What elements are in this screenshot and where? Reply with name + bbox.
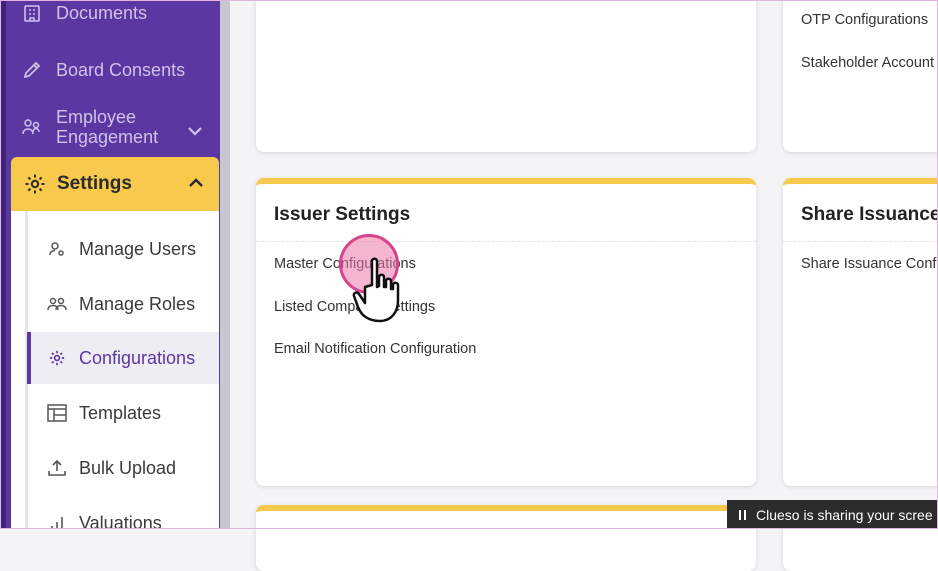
gear-icon xyxy=(47,348,67,368)
settings-submenu: Manage Users Manage Roles Configurations… xyxy=(11,211,219,529)
sidebar-item-label: Board Consents xyxy=(56,59,186,80)
sidebar-item-label: Documents xyxy=(56,2,148,23)
sidebar-item-label: Employee Engagement xyxy=(56,107,159,147)
submenu-item-templates[interactable]: Templates xyxy=(27,387,219,439)
link-stakeholder-account[interactable]: Stakeholder Account xyxy=(801,55,934,71)
submenu-item-label: Templates xyxy=(79,402,162,423)
card-title: Issuer Settings xyxy=(274,204,411,225)
sidebar-divider xyxy=(220,0,230,529)
chart-icon xyxy=(47,513,67,529)
people-network-icon xyxy=(20,115,44,139)
submenu-item-manage-users[interactable]: Manage Users xyxy=(27,223,219,275)
hand-cursor-icon xyxy=(352,257,400,323)
sidebar-item-board-consents[interactable]: Board Consents xyxy=(20,58,185,82)
user-cog-icon xyxy=(47,239,67,259)
submenu-item-label: Manage Users xyxy=(79,238,197,259)
chevron-up-icon[interactable] xyxy=(187,173,205,195)
submenu-item-configurations[interactable]: Configurations xyxy=(27,332,219,384)
card-bottom-left xyxy=(256,505,756,571)
template-icon xyxy=(47,403,67,423)
main-content: OTP Configurations Stakeholder Account I… xyxy=(230,0,938,571)
card-share-issuance: Share Issuance S Share Issuance Config xyxy=(783,178,938,486)
link-share-issuance-config[interactable]: Share Issuance Config xyxy=(801,256,938,272)
submenu-item-label: Valuations xyxy=(79,512,162,530)
card-divider xyxy=(256,241,756,242)
screen-share-banner: Clueso is sharing your scree xyxy=(727,500,938,529)
link-email-notification-configuration[interactable]: Email Notification Configuration xyxy=(274,341,476,357)
card-divider xyxy=(783,241,938,242)
chevron-down-icon[interactable] xyxy=(186,121,204,142)
link-otp-configurations[interactable]: OTP Configurations xyxy=(801,12,928,28)
submenu-item-label: Bulk Upload xyxy=(79,457,177,478)
sidebar: Documents Board Consents Employee Engage… xyxy=(0,0,230,529)
group-icon xyxy=(47,294,67,314)
card-top-left xyxy=(256,0,756,152)
sidebar-item-settings[interactable]: Settings xyxy=(11,157,219,211)
submenu-item-valuations[interactable]: Valuations xyxy=(27,497,219,529)
share-banner-text: Clueso is sharing your scree xyxy=(756,506,933,523)
sidebar-item-documents[interactable]: Documents xyxy=(20,1,147,25)
submenu-item-bulk-upload[interactable]: Bulk Upload xyxy=(27,442,219,494)
submenu-item-label: Manage Roles xyxy=(79,293,196,314)
card-issuer-settings: Issuer Settings Master Configurations Li… xyxy=(256,178,756,486)
upload-icon xyxy=(47,458,67,478)
building-icon xyxy=(20,1,44,25)
settings-label: Settings xyxy=(57,173,132,194)
submenu-item-manage-roles[interactable]: Manage Roles xyxy=(27,278,219,330)
card-top-right: OTP Configurations Stakeholder Account xyxy=(783,0,938,152)
gear-icon xyxy=(23,172,47,196)
pause-icon[interactable] xyxy=(739,509,746,520)
pencil-icon xyxy=(20,58,44,82)
card-title: Share Issuance S xyxy=(801,204,938,225)
sidebar-item-employee-engagement[interactable]: Employee Engagement xyxy=(20,107,210,147)
submenu-item-label: Configurations xyxy=(79,347,196,368)
sidebar-edge xyxy=(0,0,6,529)
